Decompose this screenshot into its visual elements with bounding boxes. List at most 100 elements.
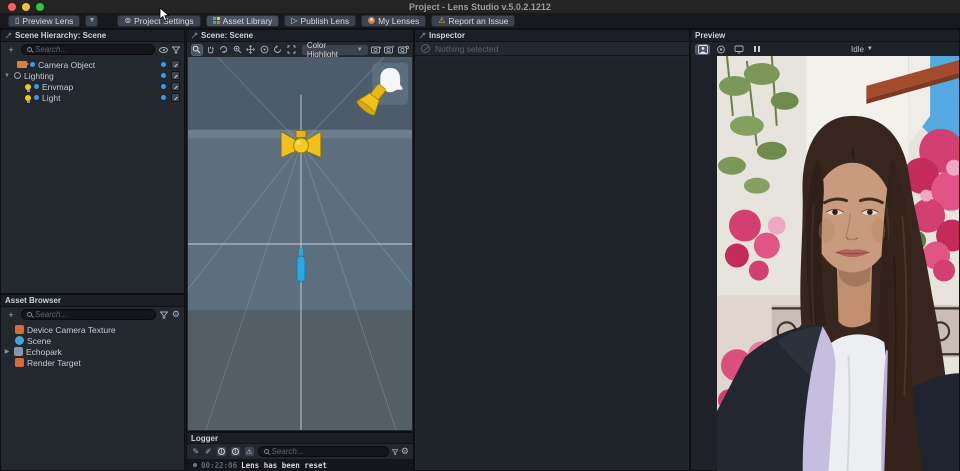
log-entry[interactable]: 00:22:06 Lens has been reset bbox=[187, 459, 413, 471]
camera-settings-button[interactable] bbox=[398, 44, 409, 56]
move-tool[interactable] bbox=[245, 44, 256, 56]
tree-item-camera-object[interactable]: Camera Object bbox=[1, 59, 184, 70]
render-toggle[interactable] bbox=[171, 71, 180, 80]
asset-browser-title: Asset Browser bbox=[5, 296, 61, 305]
filter-icon[interactable] bbox=[172, 46, 180, 54]
logger-toolbar: ✎ ✐ i i ⚠ ⚙ bbox=[187, 444, 413, 459]
layer-dot[interactable] bbox=[161, 73, 166, 78]
report-issue-button[interactable]: ⚠ Report an Issue bbox=[431, 15, 515, 27]
pivot-tool[interactable] bbox=[259, 44, 270, 56]
my-lenses-label: My Lenses bbox=[378, 16, 419, 26]
asset-search[interactable] bbox=[21, 309, 156, 320]
warning-icon: ⚠ bbox=[438, 17, 445, 25]
chevron-down-icon[interactable]: ▼ bbox=[3, 73, 11, 79]
color-mode-dropdown[interactable]: Color Highlight ▼ bbox=[301, 44, 369, 56]
render-toggle[interactable] bbox=[171, 93, 180, 102]
scene-hierarchy-toolbar: + bbox=[1, 42, 184, 57]
preview-state-value: Idle bbox=[851, 45, 864, 54]
bulb-icon bbox=[25, 95, 31, 101]
asset-item-label: Scene bbox=[27, 336, 51, 346]
inspector-empty-state: Nothing selected bbox=[415, 42, 689, 56]
add-object-button[interactable]: + bbox=[5, 44, 17, 55]
orbit-tool[interactable] bbox=[218, 44, 229, 56]
scene-viewport[interactable] bbox=[188, 57, 412, 430]
warning-filter-button[interactable]: ⚠ bbox=[244, 446, 255, 457]
pan-tool[interactable] bbox=[205, 44, 216, 56]
camera-preview-button[interactable] bbox=[384, 44, 395, 56]
render-toggle[interactable] bbox=[171, 82, 180, 91]
asset-item-render-target[interactable]: Render Target bbox=[1, 357, 184, 368]
panel-pin-icon bbox=[191, 32, 198, 39]
asset-browser-panel: Asset Browser + ⚙ Device Camera Texture … bbox=[0, 294, 185, 471]
camera-icon bbox=[17, 61, 27, 68]
asset-item-echopark[interactable]: ▶ Echopark bbox=[1, 346, 184, 357]
camera-preview-image[interactable] bbox=[717, 56, 959, 471]
debug-filter-button[interactable]: i bbox=[230, 446, 241, 457]
publish-lens-button[interactable]: ▷ Publish Lens bbox=[284, 15, 356, 27]
clear-log-button[interactable]: ✎ bbox=[191, 446, 201, 457]
logger-title: Logger bbox=[191, 434, 218, 443]
fit-view-tool[interactable] bbox=[285, 44, 296, 56]
visibility-filter-icon[interactable] bbox=[159, 47, 168, 53]
hierarchy-search-input[interactable] bbox=[35, 45, 149, 54]
layer-dot[interactable] bbox=[161, 84, 166, 89]
inspector-title: Inspector bbox=[429, 31, 465, 40]
camera-add-button[interactable] bbox=[371, 44, 382, 56]
search-icon bbox=[264, 449, 269, 454]
pause-button[interactable] bbox=[749, 44, 764, 55]
titlebar: Project - Lens Studio v.5.0.2.1212 bbox=[0, 0, 960, 13]
selection-dot bbox=[30, 62, 35, 67]
clean-log-button[interactable]: ✐ bbox=[204, 446, 214, 457]
no-selection-icon bbox=[421, 44, 430, 53]
preview-lens-button[interactable]: ▯ Preview Lens bbox=[8, 15, 80, 27]
layer-dot[interactable] bbox=[161, 95, 166, 100]
logger-search-input[interactable] bbox=[272, 447, 383, 456]
webcam-button[interactable] bbox=[713, 44, 728, 55]
logger-header: Logger bbox=[187, 433, 413, 444]
preview-panel: Preview Idle ▼ bbox=[690, 29, 960, 471]
search-icon bbox=[27, 47, 32, 52]
gear-icon[interactable]: ⚙ bbox=[401, 447, 409, 456]
light-icon bbox=[14, 72, 21, 79]
hierarchy-search[interactable] bbox=[21, 44, 155, 55]
render-target-icon bbox=[15, 358, 24, 367]
scene-hierarchy-title: Scene Hierarchy: Scene bbox=[15, 31, 106, 40]
rotate-view-tool[interactable] bbox=[272, 44, 283, 56]
tree-item-light[interactable]: Light bbox=[1, 92, 184, 103]
gear-icon[interactable]: ⚙ bbox=[172, 310, 180, 319]
image-preview-button[interactable] bbox=[695, 44, 710, 55]
tree-item-lighting[interactable]: ▼ Lighting bbox=[1, 70, 184, 81]
search-icon bbox=[27, 312, 32, 317]
my-lenses-button[interactable]: My Lenses bbox=[361, 15, 426, 27]
chevron-right-icon[interactable]: ▶ bbox=[3, 348, 11, 355]
scene-hierarchy-header: Scene Hierarchy: Scene bbox=[1, 30, 184, 42]
preview-lens-dropdown[interactable]: ▼ bbox=[85, 15, 98, 27]
settings-icon: ⊚ bbox=[124, 17, 131, 25]
chevron-down-icon: ▼ bbox=[867, 46, 873, 52]
filter-icon[interactable] bbox=[160, 311, 168, 319]
add-asset-button[interactable]: + bbox=[5, 309, 17, 320]
inspector-body bbox=[416, 57, 688, 469]
asset-item-scene[interactable]: Scene bbox=[1, 335, 184, 346]
select-tool[interactable] bbox=[191, 44, 203, 56]
asset-item-label: Render Target bbox=[27, 358, 81, 368]
bulb-icon bbox=[25, 84, 31, 90]
tree-item-envmap[interactable]: Envmap bbox=[1, 81, 184, 92]
device-preview-button[interactable] bbox=[731, 44, 746, 55]
layer-dot[interactable] bbox=[161, 62, 166, 67]
preview-toolbar: Idle ▼ bbox=[691, 42, 959, 56]
asset-item-device-camera-texture[interactable]: Device Camera Texture bbox=[1, 324, 184, 335]
lens-studio-window: Project - Lens Studio v.5.0.2.1212 ▯ Pre… bbox=[0, 0, 960, 471]
selection-dot bbox=[34, 95, 39, 100]
render-toggle[interactable] bbox=[171, 60, 180, 69]
tree-item-label: Lighting bbox=[24, 71, 54, 81]
logger-search[interactable] bbox=[258, 446, 389, 457]
zoom-tool[interactable] bbox=[232, 44, 243, 56]
asset-library-button[interactable]: Asset Library bbox=[206, 15, 280, 27]
info-filter-button[interactable]: i bbox=[216, 446, 227, 457]
tree-item-label: Camera Object bbox=[38, 60, 95, 70]
preview-state-dropdown[interactable]: Idle ▼ bbox=[851, 45, 873, 54]
main-toolbar: ▯ Preview Lens ▼ ⊚ Project Settings Asse… bbox=[0, 13, 960, 29]
asset-search-input[interactable] bbox=[35, 310, 150, 319]
filter-icon[interactable] bbox=[392, 448, 398, 456]
